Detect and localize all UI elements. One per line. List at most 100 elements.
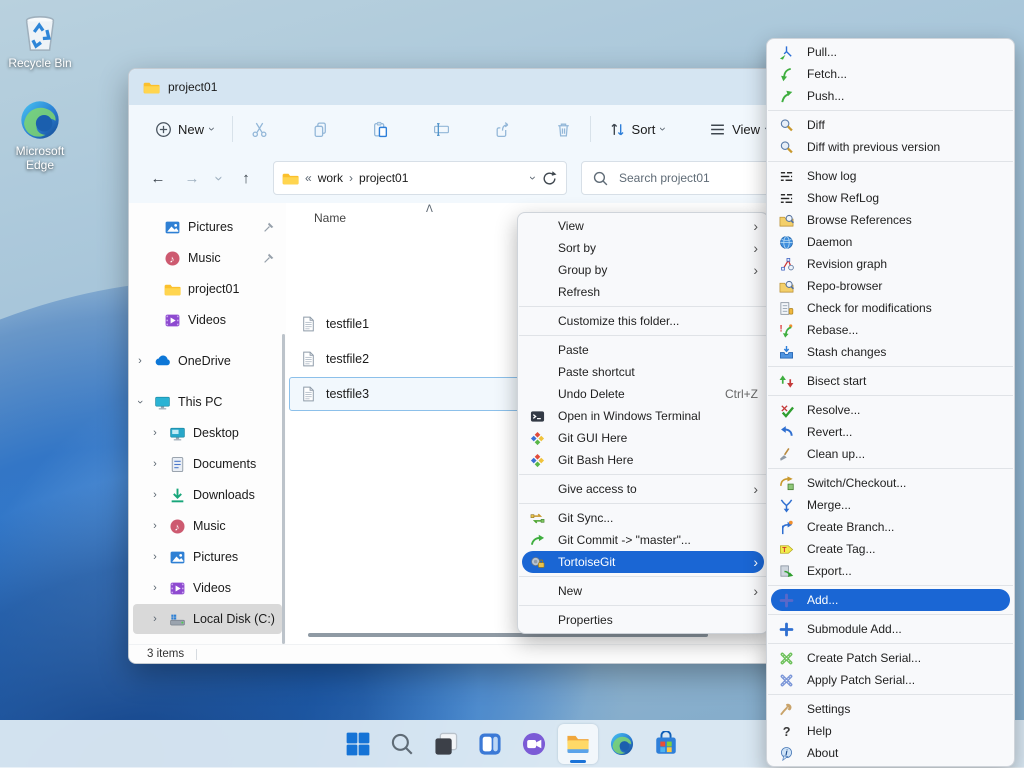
chevron-right-icon[interactable]: › — [148, 551, 162, 563]
menu-item-settings[interactable]: Settings — [767, 698, 1014, 720]
desktop-icon-recycle-bin[interactable]: Recycle Bin — [1, 8, 79, 70]
menu-item-customize-this-folder[interactable]: Customize this folder... — [518, 310, 768, 332]
breadcrumb-item-work[interactable]: work — [318, 171, 343, 185]
taskbar-button-explorer[interactable] — [558, 724, 598, 764]
sort-ascending-icon[interactable]: ᐱ — [426, 204, 433, 215]
sidebar-item-downloads[interactable]: ›Downloads — [133, 480, 282, 510]
taskbar-button-store[interactable] — [646, 724, 686, 764]
menu-item-open-in-windows-terminal[interactable]: Open in Windows Terminal — [518, 405, 768, 427]
menu-item-refresh[interactable]: Refresh — [518, 281, 768, 303]
menu-item-bisect-start[interactable]: Bisect start — [767, 370, 1014, 392]
taskbar-button-widgets[interactable] — [470, 724, 510, 764]
sidebar-item-documents[interactable]: ›Documents — [133, 449, 282, 479]
sidebar-item-pictures[interactable]: ›Pictures — [133, 542, 282, 572]
menu-item-view[interactable]: View› — [518, 215, 768, 237]
menu-item-new[interactable]: New› — [518, 580, 768, 602]
menu-item-group-by[interactable]: Group by› — [518, 259, 768, 281]
breadcrumb-overflow[interactable]: « — [305, 171, 312, 185]
address-dropdown-chevron[interactable]: › — [526, 176, 540, 180]
sidebar-item-videos[interactable]: Videos — [133, 305, 282, 335]
menu-item-create-tag[interactable]: TCreate Tag... — [767, 538, 1014, 560]
taskbar-button-edge[interactable] — [602, 724, 642, 764]
menu-item-rebase[interactable]: !Rebase... — [767, 319, 1014, 341]
menu-item-tortoisegit[interactable]: TortoiseGit› — [522, 551, 764, 573]
menu-item-submodule-add[interactable]: Submodule Add... — [767, 618, 1014, 640]
menu-item-diff-with-previous-version[interactable]: Diff with previous version — [767, 136, 1014, 158]
menu-item-browse-references[interactable]: Browse References — [767, 209, 1014, 231]
chevron-down-icon[interactable]: › — [134, 395, 146, 409]
paste-button[interactable] — [364, 115, 397, 144]
sidebar-scrollbar[interactable] — [282, 334, 285, 644]
sidebar-item-this-pc[interactable]: ›This PC — [133, 387, 282, 417]
menu-item-paste-shortcut[interactable]: Paste shortcut — [518, 361, 768, 383]
back-button[interactable]: ← — [141, 170, 175, 187]
menu-item-git-commit-master[interactable]: Git Commit -> "master"... — [518, 529, 768, 551]
taskbar-button-chat[interactable] — [514, 724, 554, 764]
menu-item-export[interactable]: Export... — [767, 560, 1014, 582]
chevron-right-icon[interactable]: › — [148, 427, 162, 439]
share-button[interactable] — [486, 115, 519, 144]
menu-item-repo-browser[interactable]: Repo-browser — [767, 275, 1014, 297]
sidebar-item-music[interactable]: ♪Music — [133, 243, 282, 273]
menu-item-git-sync[interactable]: Git Sync... — [518, 507, 768, 529]
column-header-name[interactable]: Name — [314, 211, 346, 225]
menu-item-daemon[interactable]: Daemon — [767, 231, 1014, 253]
menu-item-sort-by[interactable]: Sort by› — [518, 237, 768, 259]
menu-item-apply-patch-serial[interactable]: Apply Patch Serial... — [767, 669, 1014, 691]
sort-button[interactable]: Sort › — [601, 115, 674, 144]
taskbar-button-search[interactable] — [382, 724, 422, 764]
sidebar-item-desktop[interactable]: ›Desktop — [133, 418, 282, 448]
breadcrumb-item-project01[interactable]: project01 — [359, 171, 408, 185]
menu-item-create-patch-serial[interactable]: Create Patch Serial... — [767, 647, 1014, 669]
menu-item-check-for-modifications[interactable]: Check for modifications — [767, 297, 1014, 319]
file-row-testfile2[interactable]: testfile2 — [289, 342, 531, 376]
chevron-right-icon[interactable]: › — [148, 520, 162, 532]
sidebar-item-onedrive[interactable]: ›OneDrive — [133, 346, 282, 376]
menu-item-resolve[interactable]: Resolve... — [767, 399, 1014, 421]
chevron-right-icon[interactable]: › — [133, 355, 147, 367]
chevron-right-icon[interactable]: › — [148, 458, 162, 470]
menu-item-create-branch[interactable]: Create Branch... — [767, 516, 1014, 538]
recent-locations-chevron[interactable]: › — [211, 168, 228, 188]
menu-item-help[interactable]: ?Help — [767, 720, 1014, 742]
menu-item-switch-checkout[interactable]: Switch/Checkout... — [767, 472, 1014, 494]
chevron-right-icon[interactable]: › — [148, 582, 162, 594]
menu-item-push[interactable]: Push... — [767, 85, 1014, 107]
file-row-testfile1[interactable]: testfile1 — [289, 307, 531, 341]
menu-item-add[interactable]: Add... — [771, 589, 1010, 611]
refresh-button[interactable] — [541, 170, 558, 187]
desktop-icon-microsoft-edge[interactable]: Microsoft Edge — [1, 98, 79, 173]
menu-item-git-bash-here[interactable]: Git Bash Here — [518, 449, 768, 471]
taskbar-button-start[interactable] — [338, 724, 378, 764]
breadcrumb[interactable]: « work › project01 › — [273, 161, 567, 195]
menu-item-clean-up[interactable]: Clean up... — [767, 443, 1014, 465]
delete-button[interactable] — [547, 115, 580, 144]
file-row-testfile3[interactable]: testfile3 — [289, 377, 531, 411]
taskbar-button-taskview[interactable] — [426, 724, 466, 764]
new-button[interactable]: New › — [147, 115, 222, 144]
menu-item-pull[interactable]: Pull... — [767, 41, 1014, 63]
menu-item-merge[interactable]: Merge... — [767, 494, 1014, 516]
sidebar-item-videos[interactable]: ›Videos — [133, 573, 282, 603]
menu-item-diff[interactable]: Diff — [767, 114, 1014, 136]
menu-item-properties[interactable]: Properties — [518, 609, 768, 631]
menu-item-fetch[interactable]: Fetch... — [767, 63, 1014, 85]
menu-item-revision-graph[interactable]: Revision graph — [767, 253, 1014, 275]
menu-item-show-reflog[interactable]: Show RefLog — [767, 187, 1014, 209]
sidebar-item-music[interactable]: ›♪Music — [133, 511, 282, 541]
forward-button[interactable]: → — [175, 170, 209, 187]
cut-button[interactable] — [243, 115, 276, 144]
sidebar-item-local-disk-c[interactable]: ›Local Disk (C:) — [133, 604, 282, 634]
title-bar[interactable]: project01 — [129, 69, 829, 105]
sidebar-item-pictures[interactable]: Pictures — [133, 212, 282, 242]
rename-button[interactable] — [425, 115, 458, 144]
menu-item-git-gui-here[interactable]: Git GUI Here — [518, 427, 768, 449]
sidebar-item-project01[interactable]: project01 — [133, 274, 282, 304]
menu-item-paste[interactable]: Paste — [518, 339, 768, 361]
menu-item-about[interactable]: iAbout — [767, 742, 1014, 764]
menu-item-give-access-to[interactable]: Give access to› — [518, 478, 768, 500]
menu-item-undo-delete[interactable]: Undo DeleteCtrl+Z — [518, 383, 768, 405]
chevron-right-icon[interactable]: › — [148, 489, 162, 501]
chevron-right-icon[interactable]: › — [148, 613, 162, 625]
search-input[interactable] — [617, 170, 771, 186]
